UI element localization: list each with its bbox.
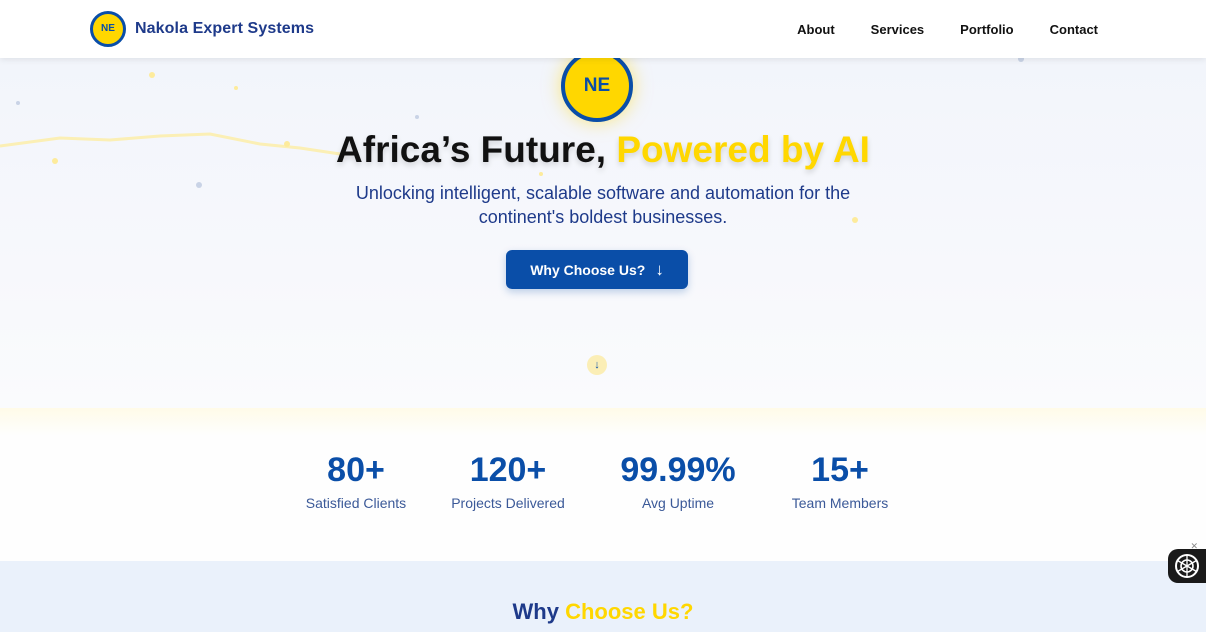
brand-name[interactable]: Nakola Expert Systems xyxy=(135,20,314,38)
stat-value: 15+ xyxy=(811,451,869,489)
brand[interactable]: NE Nakola Expert Systems xyxy=(90,10,314,47)
nav-link-services[interactable]: Services xyxy=(871,22,925,37)
arrow-down-icon: ↓ xyxy=(655,259,664,279)
hero-title-main: Africa’s Future, xyxy=(336,129,617,170)
why-title-main: Why xyxy=(512,599,566,624)
stats-section: 80+ Satisfied Clients 120+ Projects Deli… xyxy=(0,408,1206,561)
brand-logo[interactable]: NE xyxy=(90,10,126,47)
nav-link-about[interactable]: About xyxy=(797,22,835,37)
nav-links: About Services Portfolio Contact xyxy=(761,0,1098,58)
stat-satisfied-clients: 80+ Satisfied Clients xyxy=(296,450,416,511)
hero-section: NE Africa’s Future, Powered by AI Unlock… xyxy=(0,58,1206,408)
stat-label: Satisfied Clients xyxy=(305,495,407,511)
why-title: Why Choose Us? xyxy=(0,599,1206,625)
cta-label: Why Choose Us? xyxy=(530,261,646,278)
why-choose-us-button[interactable]: Why Choose Us? ↓ xyxy=(506,250,688,289)
stat-label: Avg Uptime xyxy=(641,495,715,511)
why-choose-us-section: Why Choose Us? xyxy=(0,561,1206,632)
hero-title-accent: Powered by AI xyxy=(616,129,870,170)
chat-widget-button[interactable] xyxy=(1168,549,1206,583)
stat-value: 80+ xyxy=(327,451,385,489)
hero-title: Africa’s Future, Powered by AI xyxy=(0,129,1206,171)
stat-avg-uptime: 99.99% Avg Uptime xyxy=(603,450,753,511)
hero-subtitle: Unlocking intelligent, scalable software… xyxy=(355,183,851,227)
nav-link-contact[interactable]: Contact xyxy=(1050,22,1098,37)
stat-value: 120+ xyxy=(469,451,547,489)
nav-link-portfolio[interactable]: Portfolio xyxy=(960,22,1013,37)
scroll-down-button[interactable]: ↓ xyxy=(587,355,607,375)
why-title-accent: Choose Us? xyxy=(565,599,694,624)
stat-team-members: 15+ Team Members xyxy=(780,450,900,511)
stat-label: Projects Delivered xyxy=(451,495,565,511)
arrow-down-icon: ↓ xyxy=(594,359,600,371)
stat-value: 99.99% xyxy=(620,451,736,489)
navbar: NE Nakola Expert Systems About Services … xyxy=(0,0,1206,58)
stat-projects-delivered: 120+ Projects Delivered xyxy=(443,450,573,511)
stat-label: Team Members xyxy=(791,495,889,511)
chatbot-icon xyxy=(1175,554,1199,578)
close-icon[interactable]: ✕ xyxy=(1190,541,1198,552)
